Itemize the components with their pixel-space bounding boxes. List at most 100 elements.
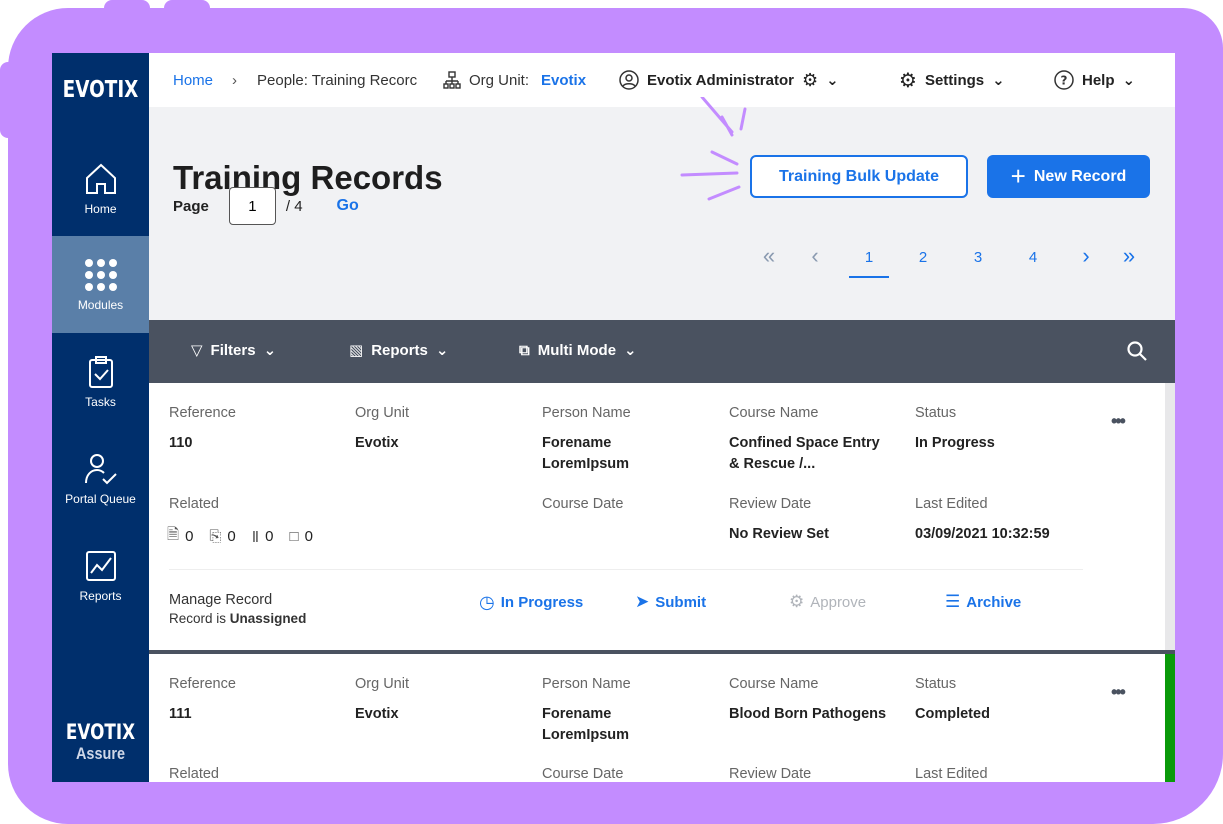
org-unit-label: Org Unit <box>355 676 409 692</box>
last-edited-label: Last Edited <box>915 766 988 782</box>
badge-check-icon: ⚙ <box>789 592 805 611</box>
reference-value: 111 <box>169 706 192 722</box>
org-unit[interactable]: Org Unit: Evotix <box>443 71 586 89</box>
page-4[interactable]: 4 <box>1013 249 1053 266</box>
page-header: Training Records Training Bulk Update + N… <box>149 97 1175 320</box>
record-card-111[interactable]: Reference Org Unit Person Name Course Na… <box>149 654 1175 782</box>
user-circle-icon <box>619 70 639 90</box>
next-page-icon[interactable]: › <box>1066 243 1106 269</box>
course-name-line1: Confined Space Entry <box>729 435 880 451</box>
review-date-label: Review Date <box>729 496 812 512</box>
note-count: 0 <box>304 528 313 545</box>
clipboard-check-icon <box>88 356 113 388</box>
filters-dropdown[interactable]: ▽ Filters ⌄ <box>191 341 277 360</box>
page-number-input[interactable] <box>228 187 276 225</box>
related-counts: 🗎 0 ⎘ 0 Ⅱ0 □ 0 <box>167 524 313 549</box>
prev-page-icon[interactable]: ‹ <box>795 243 835 269</box>
paperclip-icon[interactable]: ⎘ <box>209 528 221 545</box>
course-date-label: Course Date <box>542 496 624 512</box>
sidebar-item-home[interactable]: Home <box>52 150 149 247</box>
status-value: In Progress <box>915 435 995 451</box>
chevron-down-icon: ⌄ <box>992 72 1005 89</box>
evotix-assure-logo: EVOTIX Assure <box>52 720 149 764</box>
submit-action[interactable]: ➤ Submit <box>635 592 706 612</box>
list-toolbar: ▽ Filters ⌄ ▧ Reports ⌄ ⧉ Multi Mode ⌄ <box>149 320 1175 383</box>
go-button[interactable]: Go <box>337 197 359 215</box>
person-surname: LoremIpsum <box>542 456 630 472</box>
user-name: Evotix Administrator <box>647 71 794 89</box>
course-name-line2: & Rescue /... <box>729 456 816 472</box>
action-label: Archive <box>966 593 1022 611</box>
attachment-count: 0 <box>227 528 236 545</box>
evotix-logo: EVOTIX <box>62 77 139 103</box>
help-menu[interactable]: ? Help ⌄ <box>1054 70 1135 90</box>
checklist-count: 0 <box>185 528 194 545</box>
action-label: Submit <box>655 593 707 611</box>
sidebar-label: Tasks <box>85 395 116 409</box>
first-page-icon[interactable]: « <box>749 243 789 269</box>
sidebar-item-reports[interactable]: Reports <box>52 527 149 624</box>
org-unit-value: Evotix <box>541 71 587 89</box>
app-window: EVOTIX Home Modules Tasks Portal Queue R… <box>52 53 1175 782</box>
gear-icon: ⚙ <box>899 69 917 92</box>
frame-tab <box>164 0 210 20</box>
person-surname: LoremIpsum <box>542 727 630 743</box>
page-2[interactable]: 2 <box>903 249 943 266</box>
chevron-down-icon: ⌄ <box>1122 72 1136 89</box>
status-value: Completed <box>915 706 990 722</box>
logo-text: EVOTIX <box>65 720 136 744</box>
sidebar-label: Home <box>84 202 117 216</box>
page-total: / 4 <box>285 197 303 215</box>
last-page-icon[interactable]: » <box>1109 243 1149 269</box>
page-3[interactable]: 3 <box>958 249 998 266</box>
search-icon[interactable] <box>1127 341 1147 361</box>
archive-action[interactable]: ☰ Archive <box>945 592 1021 612</box>
sidebar-item-modules[interactable]: Modules <box>52 236 149 333</box>
chart-icon <box>85 551 116 581</box>
chevron-down-icon: ⌄ <box>263 342 277 359</box>
in-progress-action[interactable]: ◷ In Progress <box>479 592 583 613</box>
breadcrumb-home[interactable]: Home <box>173 72 213 89</box>
course-date-label: Course Date <box>542 766 624 782</box>
reports-dropdown[interactable]: ▧ Reports ⌄ <box>349 341 449 360</box>
settings-menu[interactable]: ⚙ Settings ⌄ <box>899 68 1005 93</box>
person-forename: Forename <box>542 435 612 451</box>
org-tree-icon <box>443 71 461 89</box>
sidebar-label: Reports <box>79 589 122 603</box>
breadcrumb-current: People: Training Recorc <box>257 71 418 89</box>
assignment-status: Record is Unassigned <box>169 611 306 626</box>
chevron-down-icon: ⌄ <box>435 342 449 359</box>
clock-icon: ◷ <box>479 592 495 612</box>
manage-record-label: Manage Record <box>169 592 273 608</box>
chevron-down-icon: ⌄ <box>826 72 839 89</box>
sidebar-label: Modules <box>77 298 124 312</box>
note-icon[interactable]: □ <box>290 528 299 545</box>
reference-value: 110 <box>169 435 193 451</box>
library-count: 0 <box>265 528 274 545</box>
new-record-button[interactable]: + New Record <box>987 155 1150 198</box>
filters-label: Filters <box>210 341 256 359</box>
filter-icon: ▽ <box>191 342 203 359</box>
page-1[interactable]: 1 <box>849 249 889 278</box>
person-name-label: Person Name <box>542 676 631 692</box>
checklist-icon[interactable]: 🗎 <box>167 524 179 549</box>
more-options-icon[interactable]: ••• <box>1111 682 1126 703</box>
action-label: In Progress <box>500 594 584 611</box>
user-menu[interactable]: Evotix Administrator ⚙ ⌄ <box>619 70 839 91</box>
sidebar-item-tasks[interactable]: Tasks <box>52 333 149 430</box>
plus-icon: + <box>1010 161 1026 191</box>
record-card-110[interactable]: Reference Org Unit Person Name Course Na… <box>149 383 1175 650</box>
frame-tab <box>0 62 20 138</box>
svg-text:?: ? <box>1061 74 1068 88</box>
sidebar-item-portal-queue[interactable]: Portal Queue <box>52 430 149 527</box>
more-options-icon[interactable]: ••• <box>1111 411 1126 432</box>
org-unit-value: Evotix <box>355 435 399 451</box>
status-label: Status <box>915 405 957 421</box>
logo-subtext: Assure <box>75 744 125 763</box>
approve-action[interactable]: ⚙ Approve <box>789 592 866 612</box>
training-bulk-update-button[interactable]: Training Bulk Update <box>750 155 968 198</box>
multi-mode-dropdown[interactable]: ⧉ Multi Mode ⌄ <box>519 341 637 360</box>
unassigned-text: Unassigned <box>229 611 307 626</box>
send-icon: ➤ <box>635 592 650 611</box>
library-icon[interactable]: Ⅱ <box>252 528 259 546</box>
